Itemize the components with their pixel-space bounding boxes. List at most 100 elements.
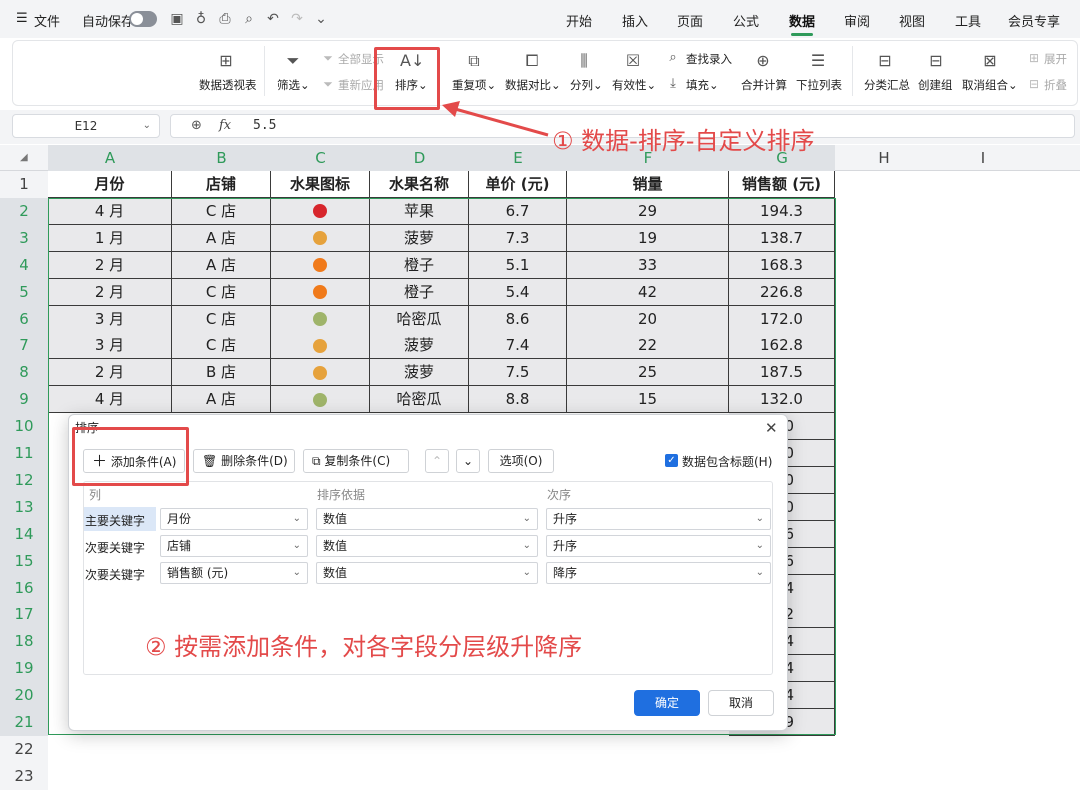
table-cell[interactable]: 5.4 [469, 278, 567, 306]
fx-icon[interactable]: fx [219, 118, 231, 133]
select-all-icon[interactable]: ◢ [20, 152, 28, 163]
table-cell[interactable]: 172.0 [729, 305, 835, 333]
tab-member[interactable]: 会员专享 [1008, 11, 1060, 30]
row-header[interactable]: 12 [0, 466, 48, 494]
move-up-button[interactable]: ⌃ [425, 449, 449, 473]
row-header[interactable]: 5 [0, 278, 48, 306]
save-icon[interactable]: ▣ [168, 10, 186, 28]
table-cell[interactable]: 42 [567, 278, 729, 306]
row-header[interactable]: 6 [0, 305, 48, 333]
table-cell[interactable]: 187.5 [729, 359, 835, 387]
table-cell[interactable]: 7.4 [469, 332, 567, 360]
row-header[interactable]: 23 [0, 762, 48, 790]
fruit-icon-cell[interactable] [271, 359, 370, 387]
format-painter-icon[interactable]: ♁ [192, 10, 210, 28]
table-cell[interactable]: 29 [567, 197, 729, 225]
redo-icon[interactable]: ↷ [288, 10, 306, 28]
undo-icon[interactable]: ↶ [264, 10, 282, 28]
column-header-b[interactable]: B [172, 145, 271, 171]
subtotal-button[interactable]: 分类汇总 [864, 77, 910, 93]
table-cell[interactable]: 138.7 [729, 224, 835, 252]
row-header[interactable]: 18 [0, 628, 48, 656]
table-cell[interactable]: 2 月 [48, 251, 172, 279]
fruit-icon-cell[interactable] [271, 332, 370, 360]
consolidate-button[interactable]: 合并计算 [741, 77, 787, 93]
move-down-button[interactable]: ⌄ [456, 449, 480, 473]
table-cell[interactable]: 菠萝 [370, 359, 469, 387]
checkbox-checked-icon[interactable]: ✓ [665, 454, 678, 467]
expand-button[interactable]: 展开 [1044, 51, 1067, 67]
row-header[interactable]: 4 [0, 251, 48, 279]
table-cell[interactable]: 7.5 [469, 359, 567, 387]
print-icon[interactable]: ⎙ [216, 10, 234, 28]
table-cell[interactable]: 22 [567, 332, 729, 360]
table-header-cell[interactable]: 水果名称 [370, 171, 469, 198]
table-cell[interactable]: C 店 [172, 278, 271, 306]
row-header[interactable]: 7 [0, 332, 48, 360]
copy-condition-button[interactable]: ⧉ 复制条件(C) [303, 449, 409, 473]
fruit-icon-cell[interactable] [271, 305, 370, 333]
row-header[interactable]: 16 [0, 574, 48, 602]
table-cell[interactable]: 19 [567, 224, 729, 252]
table-cell[interactable]: 5.1 [469, 251, 567, 279]
close-icon[interactable]: ✕ [765, 419, 778, 437]
row-header[interactable]: 9 [0, 386, 48, 414]
cancel-button[interactable]: 取消 [708, 690, 774, 716]
autosave-toggle[interactable] [129, 11, 157, 27]
table-cell[interactable]: 3 月 [48, 305, 172, 333]
tab-page[interactable]: 页面 [677, 11, 703, 30]
table-header-cell[interactable]: 销量 [567, 171, 729, 198]
table-cell[interactable]: A 店 [172, 386, 271, 414]
rule-basis-select[interactable]: 数值 ⌄ [316, 562, 538, 584]
table-header-cell[interactable]: 销售额 (元) [729, 171, 835, 198]
table-cell[interactable]: 橙子 [370, 251, 469, 279]
row-header[interactable]: 19 [0, 655, 48, 683]
table-cell[interactable]: 194.3 [729, 197, 835, 225]
duplicates-button[interactable]: 重复项⌄ [452, 77, 496, 93]
table-cell[interactable]: 226.8 [729, 278, 835, 306]
table-cell[interactable]: 33 [567, 251, 729, 279]
table-header-cell[interactable]: 水果图标 [271, 171, 370, 198]
fruit-icon-cell[interactable] [271, 197, 370, 225]
row-header[interactable]: 3 [0, 224, 48, 252]
row-header[interactable]: 8 [0, 359, 48, 387]
tab-formula[interactable]: 公式 [733, 11, 759, 30]
validity-button[interactable]: 有效性⌄ [612, 77, 656, 93]
rule-column-select[interactable]: 店铺 ⌄ [160, 535, 308, 557]
zoom-formula-icon[interactable]: ⊕ [191, 118, 202, 133]
group-button[interactable]: 创建组 [918, 77, 953, 93]
file-menu[interactable]: 文件 [34, 11, 60, 30]
table-cell[interactable]: 2 月 [48, 278, 172, 306]
compare-button[interactable]: 数据对比⌄ [505, 77, 561, 93]
options-button[interactable]: 选项(O) [488, 449, 554, 473]
column-header-c[interactable]: C [271, 145, 370, 171]
row-header[interactable]: 10 [0, 413, 48, 441]
hamburger-icon[interactable]: ☰ [16, 11, 28, 26]
table-cell[interactable]: 162.8 [729, 332, 835, 360]
table-cell[interactable]: 3 月 [48, 332, 172, 360]
tab-home[interactable]: 开始 [566, 11, 592, 30]
table-header-cell[interactable]: 店铺 [172, 171, 271, 198]
rule-column-select[interactable]: 月份 ⌄ [160, 508, 308, 530]
row-header[interactable]: 15 [0, 547, 48, 575]
table-cell[interactable]: B 店 [172, 359, 271, 387]
row-header[interactable]: 2 [0, 197, 48, 225]
table-cell[interactable]: 15 [567, 386, 729, 414]
rule-basis-select[interactable]: 数值 ⌄ [316, 535, 538, 557]
table-header-cell[interactable]: 单价 (元) [469, 171, 567, 198]
table-cell[interactable]: 哈密瓜 [370, 305, 469, 333]
table-cell[interactable]: 7.3 [469, 224, 567, 252]
table-cell[interactable]: 20 [567, 305, 729, 333]
rule-column-select[interactable]: 销售额 (元) ⌄ [160, 562, 308, 584]
table-cell[interactable]: A 店 [172, 224, 271, 252]
row-header[interactable]: 11 [0, 440, 48, 467]
table-cell[interactable]: 8.6 [469, 305, 567, 333]
table-cell[interactable]: 8.8 [469, 386, 567, 414]
table-cell[interactable]: 6.7 [469, 197, 567, 225]
row-header[interactable]: 17 [0, 601, 48, 629]
fill-button[interactable]: 填充⌄ [686, 77, 719, 93]
collapse-button[interactable]: 折叠 [1044, 77, 1067, 93]
delete-condition-button[interactable]: 🗑 删除条件(D) [193, 449, 295, 473]
table-cell[interactable]: C 店 [172, 197, 271, 225]
table-cell[interactable]: 橙子 [370, 278, 469, 306]
